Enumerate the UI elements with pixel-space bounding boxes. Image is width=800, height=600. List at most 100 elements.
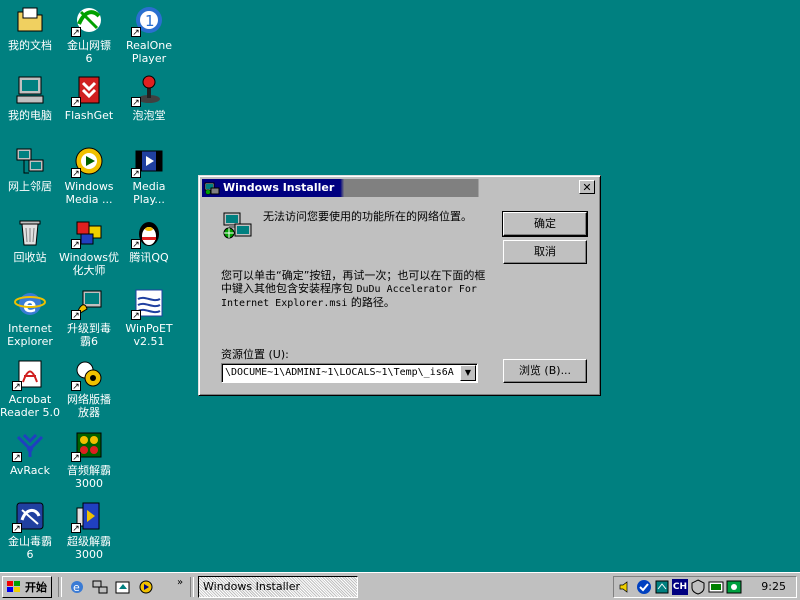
desktop-icon[interactable]: ↗ 音频解霸 3000 [57, 429, 121, 490]
network-quicklaunch-icon[interactable] [92, 579, 108, 595]
kingsoft-firewall-icon: ↗ [71, 4, 105, 38]
ok-button[interactable]: 确定 [502, 211, 588, 237]
internet-explorer-icon: e [14, 287, 46, 319]
desktop-icon[interactable]: 我的电脑 [0, 74, 62, 122]
shield-icon[interactable] [636, 579, 652, 595]
start-button[interactable]: 开始 [2, 576, 52, 598]
desktop-icon-label: 我的电脑 [8, 109, 52, 122]
ie-quicklaunch-icon[interactable]: e [69, 579, 85, 595]
desktop-icon-label: 腾讯QQ [129, 251, 169, 264]
dialog-titlebar[interactable]: Windows Installer ✕ [202, 179, 597, 197]
desktop-icon[interactable]: ↗ 超级解霸 3000 [57, 500, 121, 561]
shortcut-arrow-icon: ↗ [71, 239, 81, 250]
start-label: 开始 [25, 581, 47, 594]
desktop-icon[interactable]: ↗ 升级到毒 霸6 [57, 287, 121, 348]
task-windows-installer[interactable]: Windows Installer [198, 576, 358, 598]
desktop-icon[interactable]: 回收站 [0, 216, 62, 264]
svg-text:e: e [73, 581, 80, 594]
flashget-icon: ↗ [71, 74, 105, 108]
antivirus-tray-icon[interactable] [690, 579, 706, 595]
desktop-icon[interactable]: ↗ AvRack [0, 429, 62, 477]
taskbar-separator [58, 577, 62, 597]
network-tray-icon[interactable] [654, 579, 670, 595]
desktop-icon[interactable]: ↗ FlashGet [57, 74, 121, 122]
desktop-icon-label: 超级解霸 3000 [67, 535, 111, 561]
desktop-icon-label: 升级到毒 霸6 [67, 322, 111, 348]
shortcut-arrow-icon: ↗ [131, 310, 141, 321]
desktop-icon-label: RealOne Player [125, 39, 173, 65]
system-tray: CH 9:25 [613, 576, 797, 598]
desktop-icon[interactable]: ↗ WinPoET v2.51 [117, 287, 181, 348]
desktop-icon-label: Acrobat Reader 5.0 [0, 393, 60, 419]
close-button[interactable]: ✕ [579, 180, 595, 194]
shortcut-arrow-icon: ↗ [71, 452, 81, 463]
shortcut-arrow-icon: ↗ [71, 523, 81, 534]
desktop-icon-label: Windows优 化大师 [58, 251, 120, 277]
qq-penguin-icon: ↗ [131, 216, 165, 250]
my-documents-icon [14, 4, 46, 36]
quicklaunch-overflow-chevron[interactable]: » [177, 577, 183, 588]
desktop-icon-label: Internet Explorer [7, 322, 53, 348]
svg-text:1: 1 [145, 12, 155, 30]
installer-icon [204, 182, 220, 195]
network-player-icon: ↗ [71, 358, 105, 392]
instruction-message: 您可以单击“确定”按钮，再试一次；也可以在下面的框中键入其他包含安装程序包 Du… [221, 269, 491, 310]
clock[interactable]: 9:25 [761, 580, 786, 593]
kingsoft-antivirus-icon: ↗ [12, 500, 46, 534]
upgrade-antivirus-icon: ↗ [71, 287, 105, 321]
browse-button[interactable]: 浏览 (B)... [503, 359, 587, 383]
location-combobox[interactable]: \DOCUME~1\ADMINI~1\LOCALS~1\Temp\_is6A ▼ [221, 363, 478, 383]
media-quicklaunch-icon[interactable] [138, 579, 154, 595]
dialog-title: Windows Installer [223, 181, 335, 194]
input-language-indicator[interactable]: CH [672, 579, 688, 595]
acrobat-reader-icon: ↗ [12, 358, 46, 392]
desktop-icon[interactable]: ↗ Windows优 化大师 [57, 216, 121, 277]
shortcut-arrow-icon: ↗ [12, 452, 22, 463]
desktop-icon-label: 音频解霸 3000 [67, 464, 111, 490]
location-value[interactable]: \DOCUME~1\ADMINI~1\LOCALS~1\Temp\_is6A [225, 366, 457, 380]
desktop-icon[interactable]: e Internet Explorer [0, 287, 62, 348]
windows-media-icon: ↗ [71, 145, 105, 179]
desktop-icon[interactable]: ↗ Media Play... [117, 145, 181, 206]
desktop-icon[interactable]: ↗ 泡泡堂 [117, 74, 181, 122]
network-neighborhood-icon [14, 145, 46, 177]
windows-flag-icon [7, 581, 20, 592]
taskbar-separator [190, 577, 194, 597]
desktop-icon[interactable]: ↗ Acrobat Reader 5.0 [0, 358, 62, 419]
desktop-icon-label: 金山毒霸 6 [8, 535, 52, 561]
desktop-icon[interactable]: 网上邻居 [0, 145, 62, 193]
display-tray-icon[interactable] [708, 579, 724, 595]
desktop-icon[interactable]: ↗ 腾讯QQ [117, 216, 181, 264]
shortcut-arrow-icon: ↗ [131, 97, 141, 108]
dropdown-arrow-icon[interactable]: ▼ [460, 365, 476, 381]
audio-player-icon: ↗ [71, 429, 105, 463]
desktop-icon[interactable]: ↗ Windows Media ... [57, 145, 121, 206]
cancel-button[interactable]: 取消 [503, 240, 587, 264]
error-message: 无法访问您要使用的功能所在的网络位置。 [263, 210, 472, 223]
shortcut-arrow-icon: ↗ [131, 239, 141, 250]
desktop-icon[interactable]: 我的文档 [0, 4, 62, 52]
network-installer-icon [223, 212, 252, 239]
desktop-icon-label: Media Play... [132, 180, 166, 206]
windows-optimizer-icon: ↗ [71, 216, 105, 250]
desktop-icon[interactable]: ↗ 网络版播 放器 [57, 358, 121, 419]
instruction-suffix: 的路径。 [347, 296, 395, 309]
desktop-icon[interactable]: ↗ 金山网镖 6 [57, 4, 121, 65]
desktop-quicklaunch-icon[interactable] [115, 579, 131, 595]
shortcut-arrow-icon: ↗ [71, 168, 81, 179]
shortcut-arrow-icon: ↗ [71, 97, 81, 108]
location-label: 资源位置 (U): [221, 348, 289, 361]
desktop-icon-label: 网络版播 放器 [67, 393, 111, 419]
volume-icon[interactable] [617, 579, 633, 595]
desktop-icon[interactable]: ↗ 金山毒霸 6 [0, 500, 62, 561]
desktop-icon-label: AvRack [10, 464, 50, 477]
recycle-bin-icon [14, 216, 46, 248]
desktop-icon[interactable]: 1 ↗ RealOne Player [117, 4, 181, 65]
my-computer-icon [14, 74, 46, 106]
qq-tray-icon[interactable] [726, 579, 742, 595]
windows-installer-dialog: Windows Installer ✕ 无法访问您要使用的功能所在的网络位置。 … [198, 175, 601, 396]
realone-player-icon: 1 ↗ [131, 4, 165, 38]
shortcut-arrow-icon: ↗ [12, 523, 22, 534]
desktop-icon-label: FlashGet [64, 109, 114, 122]
joystick-icon: ↗ [131, 74, 165, 108]
